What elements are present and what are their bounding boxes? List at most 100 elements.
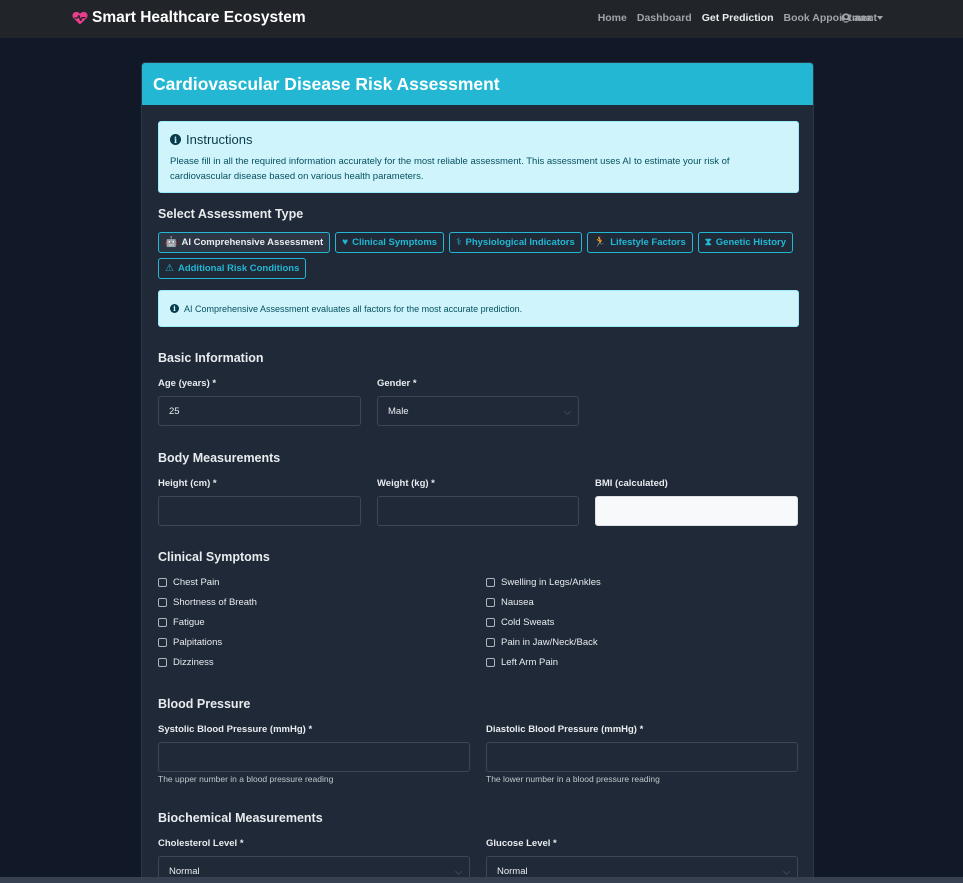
symptom-cold-sweats[interactable]: Cold Sweats xyxy=(486,617,554,628)
checkbox[interactable] xyxy=(486,658,495,667)
checkbox-label: Fatigue xyxy=(173,617,205,628)
symptom-left-arm-pain[interactable]: Left Arm Pain xyxy=(486,657,558,668)
stethoscope-icon: ⚕ xyxy=(456,236,462,248)
assessment-type-note-text: AI Comprehensive Assessment evaluates al… xyxy=(184,303,523,314)
checkbox[interactable] xyxy=(158,578,167,587)
checkbox-label: Cold Sweats xyxy=(501,617,555,628)
glucose-label: Glucose Level * xyxy=(486,838,557,849)
checkbox[interactable] xyxy=(158,598,167,607)
bmi-field xyxy=(595,496,798,526)
weight-label: Weight (kg) * xyxy=(377,478,435,489)
running-icon: 🏃 xyxy=(593,236,607,248)
nav-home[interactable]: Home xyxy=(598,12,627,24)
nav-get-prediction[interactable]: Get Prediction xyxy=(702,12,774,24)
type-button-label: Lifestyle Factors xyxy=(610,237,686,248)
assessment-type-row-2: ⚠ Additional Risk Conditions xyxy=(158,258,307,279)
checkbox-label: Palpitations xyxy=(173,637,223,648)
user-menu[interactable]: aaa xyxy=(841,12,883,24)
symptom-swelling[interactable]: Swelling in Legs/Ankles xyxy=(486,577,601,588)
assessment-type-title: Select Assessment Type xyxy=(158,207,304,221)
instructions-alert: i Instructions Please fill in all the re… xyxy=(158,121,799,193)
diastolic-help: The lower number in a blood pressure rea… xyxy=(486,774,660,784)
info-icon: i xyxy=(170,134,181,145)
diastolic-label: Diastolic Blood Pressure (mmHg) * xyxy=(486,724,644,735)
age-value: 25 xyxy=(169,405,180,417)
brand[interactable]: Smart Healthcare Ecosystem xyxy=(72,9,306,27)
type-physiological-button[interactable]: ⚕ Physiological Indicators xyxy=(449,232,582,253)
checkbox[interactable] xyxy=(158,658,167,667)
age-label: Age (years) * xyxy=(158,378,217,389)
user-name: aaa xyxy=(854,12,872,24)
instructions-heading: Instructions xyxy=(186,132,253,147)
robot-icon: 🤖 xyxy=(165,236,178,248)
basic-info-title: Basic Information xyxy=(158,351,264,365)
assessment-type-note: i AI Comprehensive Assessment evaluates … xyxy=(158,290,799,327)
type-button-label: Genetic History xyxy=(715,237,786,248)
checkbox-label: Shortness of Breath xyxy=(173,597,257,608)
checkbox-label: Pain in Jaw/Neck/Back xyxy=(501,637,598,648)
dna-icon: ⧗ xyxy=(704,236,712,248)
gender-label: Gender * xyxy=(377,378,417,389)
symptom-fatigue[interactable]: Fatigue xyxy=(158,617,205,628)
page-title: Cardiovascular Disease Risk Assessment xyxy=(153,73,500,94)
assessment-card: Cardiovascular Disease Risk Assessment i… xyxy=(141,62,814,883)
brand-name: Smart Healthcare Ecosystem xyxy=(92,9,306,26)
checkbox-label: Left Arm Pain xyxy=(501,657,559,668)
type-ai-comprehensive-button[interactable]: 🤖 AI Comprehensive Assessment xyxy=(158,232,331,253)
type-button-label: AI Comprehensive Assessment xyxy=(181,237,324,248)
checkbox[interactable] xyxy=(486,598,495,607)
symptom-chest-pain[interactable]: Chest Pain xyxy=(158,577,219,588)
checkbox-label: Nausea xyxy=(501,597,534,608)
type-lifestyle-button[interactable]: 🏃 Lifestyle Factors xyxy=(586,232,693,253)
heart-pulse-icon xyxy=(72,11,88,25)
type-additional-risk-button[interactable]: ⚠ Additional Risk Conditions xyxy=(158,258,307,279)
blood-pressure-title: Blood Pressure xyxy=(158,697,251,711)
symptom-nausea[interactable]: Nausea xyxy=(486,597,534,608)
gender-select[interactable]: Male xyxy=(377,396,579,426)
weight-input[interactable] xyxy=(377,496,579,526)
height-input[interactable] xyxy=(158,496,361,526)
systolic-help: The upper number in a blood pressure rea… xyxy=(158,774,334,784)
horizontal-scrollbar[interactable] xyxy=(0,877,963,883)
checkbox[interactable] xyxy=(486,578,495,587)
symptom-jaw-neck-back-pain[interactable]: Pain in Jaw/Neck/Back xyxy=(486,637,598,648)
checkbox[interactable] xyxy=(486,638,495,647)
body-measurements-title: Body Measurements xyxy=(158,451,281,465)
nav-dashboard[interactable]: Dashboard xyxy=(637,12,692,24)
card-header: Cardiovascular Disease Risk Assessment xyxy=(142,63,813,105)
checkbox[interactable] xyxy=(158,638,167,647)
checkbox[interactable] xyxy=(158,618,167,627)
checkbox-label: Dizziness xyxy=(173,657,214,668)
cholesterol-value: Normal xyxy=(169,865,200,877)
caret-down-icon xyxy=(876,16,883,20)
chevron-down-icon xyxy=(454,867,463,876)
gender-value: Male xyxy=(388,405,409,417)
systolic-label: Systolic Blood Pressure (mmHg) * xyxy=(158,724,313,735)
diastolic-input[interactable] xyxy=(486,742,798,772)
checkbox-label: Chest Pain xyxy=(173,577,220,588)
bmi-label: BMI (calculated) xyxy=(595,478,668,489)
symptom-dizziness[interactable]: Dizziness xyxy=(158,657,214,668)
type-genetic-history-button[interactable]: ⧗ Genetic History xyxy=(697,232,793,253)
symptom-palpitations[interactable]: Palpitations xyxy=(158,637,222,648)
checkbox[interactable] xyxy=(486,618,495,627)
heart-pulse-icon: ♥ xyxy=(342,236,349,248)
user-circle-icon xyxy=(841,13,851,23)
chevron-down-icon xyxy=(782,867,791,876)
chevron-down-icon xyxy=(563,407,572,416)
navbar: Smart Healthcare Ecosystem Home Dashboar… xyxy=(0,0,963,38)
info-icon: i xyxy=(170,304,179,313)
clinical-symptoms-title: Clinical Symptoms xyxy=(158,550,270,564)
systolic-input[interactable] xyxy=(158,742,470,772)
checkbox-label: Swelling in Legs/Ankles xyxy=(501,577,601,588)
type-clinical-symptoms-button[interactable]: ♥ Clinical Symptoms xyxy=(335,232,445,253)
biochemical-title: Biochemical Measurements xyxy=(158,811,323,825)
cholesterol-label: Cholesterol Level * xyxy=(158,838,244,849)
glucose-value: Normal xyxy=(497,865,528,877)
age-input[interactable]: 25 xyxy=(158,396,361,426)
height-label: Height (cm) * xyxy=(158,478,217,489)
type-button-label: Clinical Symptoms xyxy=(352,237,438,248)
type-button-label: Physiological Indicators xyxy=(465,237,575,248)
instructions-body: Please fill in all the required informat… xyxy=(170,156,730,182)
symptom-shortness-of-breath[interactable]: Shortness of Breath xyxy=(158,597,257,608)
